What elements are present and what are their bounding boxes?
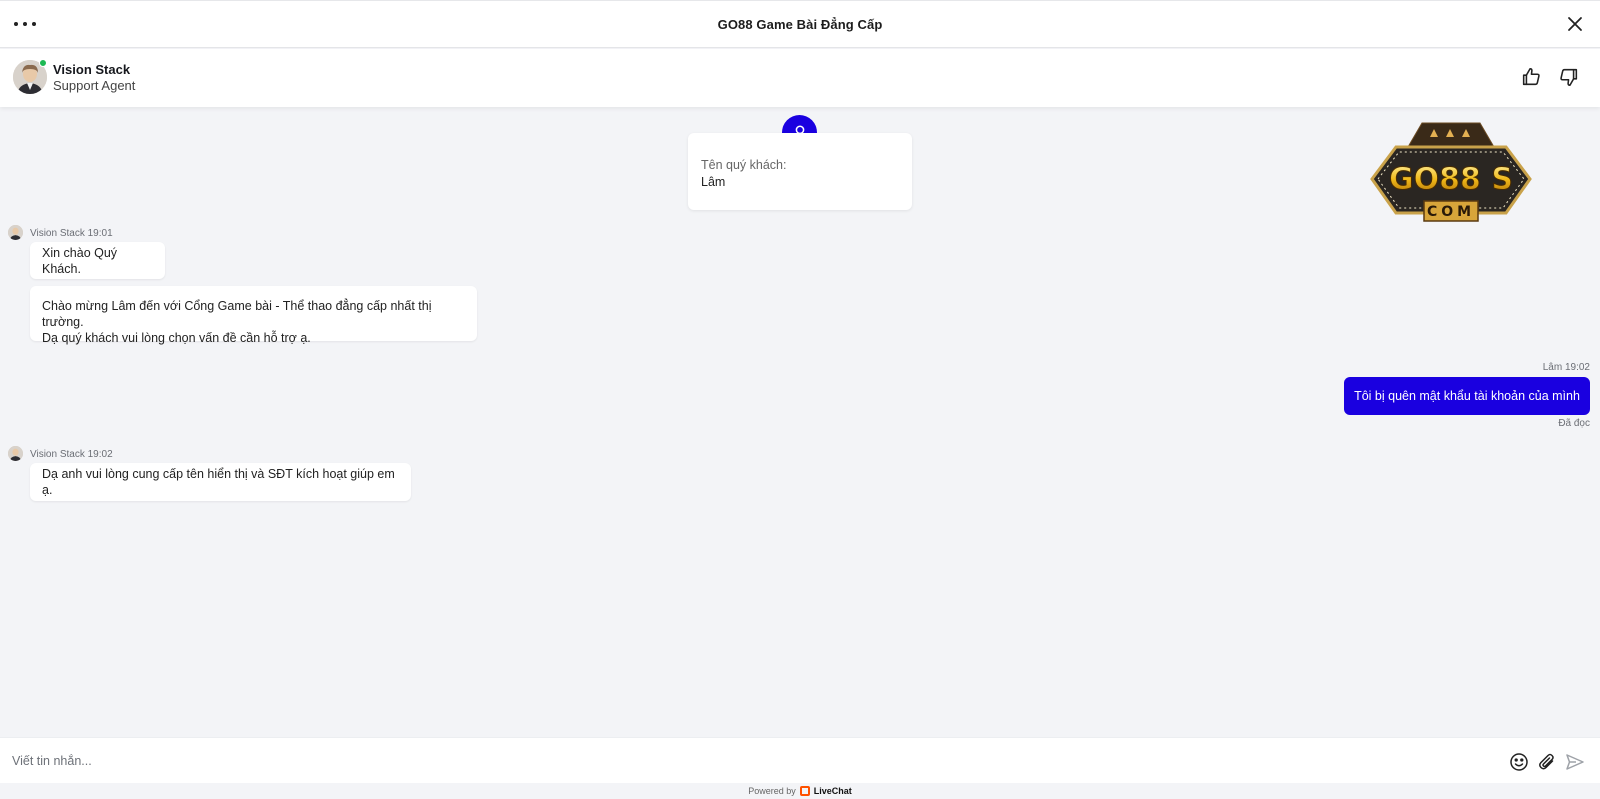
thumbs-down-icon[interactable] xyxy=(1558,66,1580,88)
agent-message-bubble: Dạ anh vui lòng cung cấp tên hiển thị và… xyxy=(30,463,411,501)
send-icon[interactable] xyxy=(1565,752,1585,772)
message-line: Chào mừng Lâm đến với Cổng Game bài - Th… xyxy=(42,299,432,329)
read-status: Đã đọc xyxy=(1558,418,1590,429)
close-icon[interactable] xyxy=(1566,15,1584,33)
prechat-form-card: Tên quý khách: Lâm xyxy=(688,133,912,210)
livechat-brand[interactable]: LiveChat xyxy=(814,786,852,796)
emoji-icon[interactable] xyxy=(1509,752,1529,772)
thumbs-up-icon[interactable] xyxy=(1520,66,1542,88)
go88-logo: GO88 S COM xyxy=(1366,117,1536,227)
agent-bar: Vision Stack Support Agent xyxy=(0,49,1600,107)
agent-name: Vision Stack xyxy=(53,62,131,77)
powered-by-text: Powered by xyxy=(748,786,796,796)
chat-header: GO88 Game Bài Đẳng Cấp xyxy=(0,0,1600,48)
agent-message-bubble: Xin chào Quý Khách. xyxy=(30,242,165,279)
message-meta: Vision Stack 19:02 xyxy=(30,449,113,460)
agent-mini-avatar xyxy=(8,446,23,461)
paperclip-icon[interactable] xyxy=(1537,752,1557,772)
message-meta: Vision Stack 19:01 xyxy=(30,228,113,239)
prechat-value: Lâm xyxy=(701,175,726,189)
chat-title: GO88 Game Bài Đẳng Cấp xyxy=(717,16,883,32)
logo-text: GO88 S xyxy=(1389,162,1513,197)
online-status-dot xyxy=(39,59,47,67)
message-composer xyxy=(0,737,1600,784)
more-horizontal-icon[interactable] xyxy=(14,14,36,34)
agent-message-bubble: Chào mừng Lâm đến với Cổng Game bài - Th… xyxy=(30,286,477,345)
message-line: Dạ quý khách vui lòng chọn vấn đề cần hỗ… xyxy=(42,331,311,345)
livechat-logo-icon xyxy=(799,786,810,796)
powered-by-footer: Powered by LiveChat xyxy=(0,783,1600,799)
user-message-bubble: Tôi bị quên mật khẩu tài khoản của mình xyxy=(1344,377,1590,415)
message-meta: Lâm 19:02 xyxy=(1542,362,1590,373)
agent-role: Support Agent xyxy=(53,78,136,93)
prechat-label: Tên quý khách: xyxy=(701,158,787,172)
logo-subtext: COM xyxy=(1427,204,1475,220)
agent-mini-avatar xyxy=(8,225,23,240)
message-input[interactable] xyxy=(0,738,1490,784)
